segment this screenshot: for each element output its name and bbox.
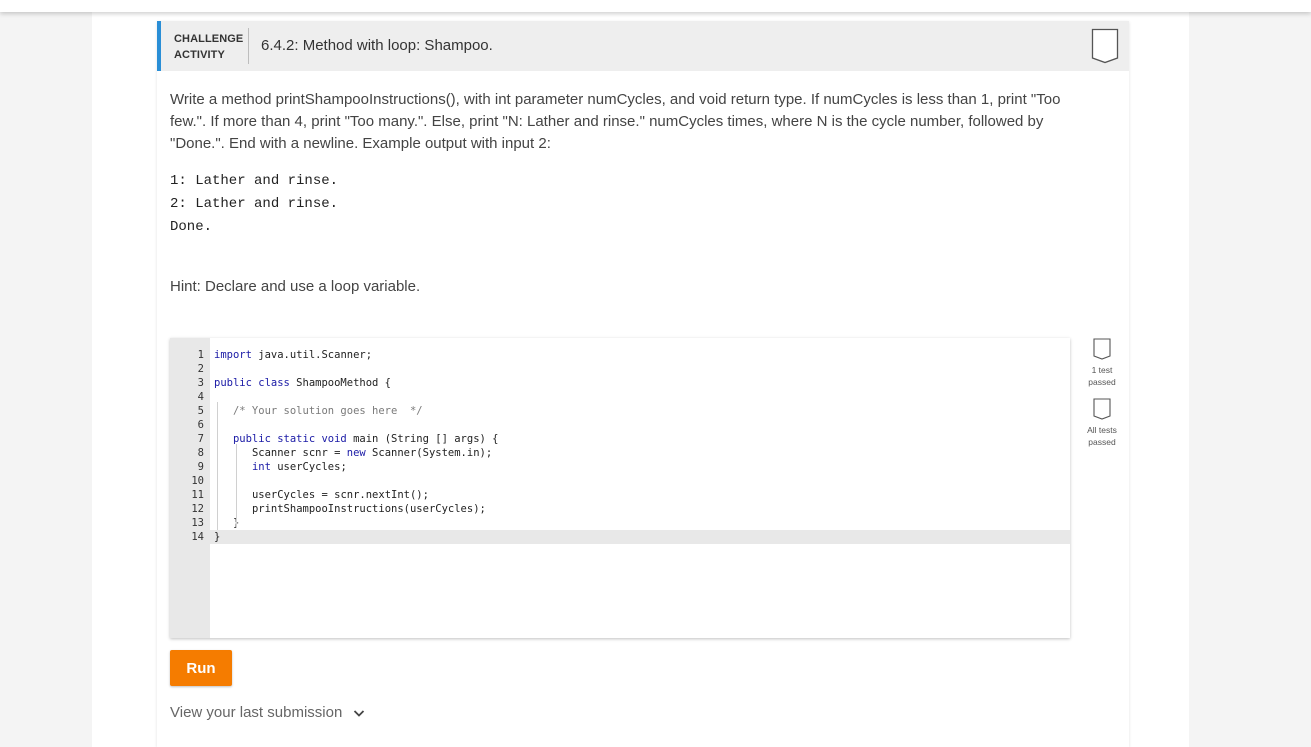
- example-line: Done.: [170, 219, 213, 235]
- line-number: 14: [191, 531, 204, 543]
- test-badge-icon: [1093, 398, 1111, 420]
- code-token: public static void: [232, 433, 347, 445]
- code-token: import: [214, 349, 252, 361]
- line-number: 2: [197, 363, 204, 375]
- code-token: Scanner scnr =: [251, 447, 347, 459]
- code-token: }: [214, 531, 221, 543]
- line-number: 7: [197, 433, 204, 445]
- code-token: userCycles = scnr.nextInt();: [251, 489, 429, 501]
- line-number: 4: [197, 391, 204, 403]
- activity-type-line-2: ACTIVITY: [174, 49, 225, 61]
- code-line: int userCycles;: [214, 460, 347, 474]
- code-line: public class ShampooMethod {: [214, 376, 391, 390]
- test-status-label: All tests passed: [1077, 424, 1127, 448]
- indent-guide: [217, 402, 218, 530]
- code-line: userCycles = scnr.nextInt();: [214, 488, 429, 502]
- example-line: 2: Lather and rinse.: [170, 196, 339, 212]
- line-number: 12: [191, 503, 204, 515]
- code-token: public class: [214, 377, 290, 389]
- indent-guide: [236, 444, 237, 528]
- test-status-line: passed: [1088, 377, 1116, 387]
- activity-header: CHALLENGE ACTIVITY 6.4.2: Method with lo…: [157, 21, 1129, 71]
- test-badge-icon: [1093, 338, 1111, 360]
- line-number: 8: [197, 447, 204, 459]
- code-token: main (String [] args) {: [346, 433, 499, 445]
- challenge-activity-card: CHALLENGE ACTIVITY 6.4.2: Method with lo…: [157, 21, 1129, 747]
- activity-type-line-1: CHALLENGE: [174, 33, 244, 45]
- code-token: int: [251, 461, 271, 473]
- top-bar: [0, 0, 1311, 12]
- chevron-down-icon: [354, 709, 365, 717]
- hint-text: Hint: Declare and use a loop variable.: [170, 278, 421, 295]
- code-token: userCycles;: [270, 461, 347, 473]
- test-status-line: 1 test: [1091, 365, 1113, 375]
- line-number: 9: [197, 461, 204, 473]
- instructions-text: Write a method printShampooInstructions(…: [170, 91, 1061, 152]
- line-number: 13: [191, 517, 204, 529]
- view-last-submission-toggle[interactable]: View your last submission: [170, 704, 366, 721]
- code-editor[interactable]: 1 2 3 4 5 6 7 8 9 10 11 12 13 14 import java.util.Sca…: [170, 338, 1070, 638]
- code-token: /* Your solution goes here */: [232, 405, 423, 417]
- view-last-submission-label: View your last submission: [170, 704, 343, 721]
- test-status-label: 1 test passed: [1077, 364, 1127, 388]
- activity-type-label: CHALLENGE ACTIVITY: [174, 31, 243, 63]
- code-line: /* Your solution goes here */: [214, 404, 423, 418]
- code-line: }: [214, 530, 220, 544]
- code-line: import java.util.Scanner;: [214, 348, 372, 362]
- test-status-line: passed: [1088, 437, 1116, 447]
- example-output: 1: Lather and rinse. 2: Lather and rinse…: [170, 170, 338, 239]
- code-token: java.util.Scanner;: [251, 349, 373, 361]
- code-line: printShampooInstructions(userCycles);: [214, 502, 486, 516]
- example-line: 1: Lather and rinse.: [170, 173, 339, 189]
- line-number: 3: [197, 377, 204, 389]
- line-number: 5: [197, 405, 204, 417]
- line-number: 1: [197, 349, 204, 361]
- header-divider: [248, 28, 249, 64]
- active-line-highlight: [210, 530, 1070, 544]
- code-line: Scanner scnr = new Scanner(System.in);: [214, 446, 492, 460]
- run-button[interactable]: Run: [170, 650, 232, 686]
- activity-title: 6.4.2: Method with loop: Shampoo.: [261, 37, 493, 54]
- code-token: Scanner(System.in);: [365, 447, 493, 459]
- line-number: 6: [197, 419, 204, 431]
- line-number: 11: [191, 489, 204, 501]
- completion-badge-icon: [1091, 28, 1119, 64]
- test-status-line: All tests: [1087, 425, 1117, 435]
- line-number: 10: [191, 475, 204, 487]
- code-line: public static void main (String [] args)…: [214, 432, 499, 446]
- code-token: ShampooMethod {: [289, 377, 392, 389]
- code-token: printShampooInstructions(userCycles);: [251, 503, 486, 515]
- code-token: new: [346, 447, 366, 459]
